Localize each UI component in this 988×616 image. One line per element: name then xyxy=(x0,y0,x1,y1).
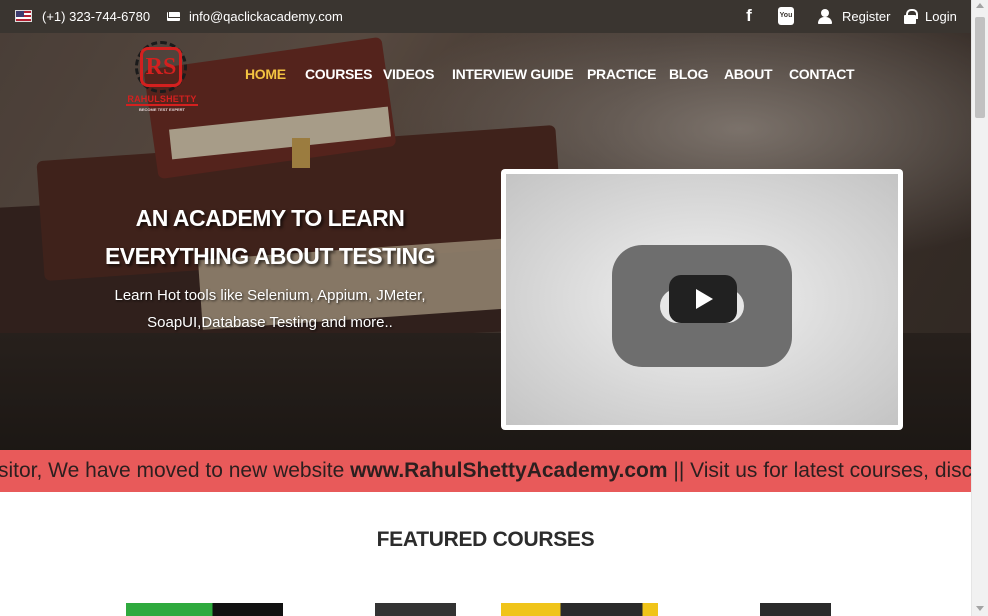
play-icon[interactable] xyxy=(669,275,737,323)
mail-icon xyxy=(167,12,180,21)
login-link[interactable]: Login xyxy=(925,0,957,33)
hero-title: AN ACADEMY TO LEARN EVERYTHING ABOUT TES… xyxy=(95,199,445,275)
hero-subtitle-line1: Learn Hot tools like Selenium, Appium, J… xyxy=(114,287,426,304)
us-flag-icon xyxy=(15,10,32,22)
user-icon xyxy=(818,9,832,24)
youtube-icon[interactable]: You Tube xyxy=(778,7,794,37)
nav-about[interactable]: ABOUT xyxy=(724,66,773,82)
nav-blog[interactable]: BLOG xyxy=(669,66,709,82)
logo-tagline: BECOME TEST EXPERT xyxy=(126,104,198,112)
scroll-down-arrow-icon[interactable] xyxy=(976,606,984,611)
hero-subtitle-line2: SoapUI,Database Testing and more.. xyxy=(147,314,393,331)
lock-icon xyxy=(904,9,918,24)
nav-courses[interactable]: COURSES xyxy=(305,66,372,82)
email-link[interactable]: info@qaclickacademy.com xyxy=(189,0,343,33)
site-logo[interactable]: RS RAHULSHETTY BECOME TEST EXPERT xyxy=(126,41,198,113)
hero-subtitle: Learn Hot tools like Selenium, Appium, J… xyxy=(95,282,445,336)
nav-interview-guide[interactable]: INTERVIEW GUIDE xyxy=(452,66,574,82)
course-thumbnail-4[interactable] xyxy=(713,603,831,616)
course-thumbnail-3[interactable] xyxy=(501,603,658,616)
page: (+1) 323-744-6780 info@qaclickacademy.co… xyxy=(0,0,971,616)
featured-courses-title: FEATURED COURSES xyxy=(376,528,595,551)
register-link[interactable]: Register xyxy=(842,0,890,33)
scroll-thumb[interactable] xyxy=(975,17,985,118)
logo-monogram: RS xyxy=(140,47,182,87)
nav-videos[interactable]: VIDEOS xyxy=(383,66,434,82)
marquee-text: sitor, We have moved to new website www.… xyxy=(0,459,971,483)
nav-contact[interactable]: CONTACT xyxy=(789,66,855,82)
nav-home[interactable]: HOME xyxy=(245,66,286,82)
marquee-text-before: sitor, We have moved to new website xyxy=(0,459,351,482)
marquee-website-link[interactable]: www.RahulShettyAcademy.com xyxy=(350,459,667,482)
hero-section: RS RAHULSHETTY BECOME TEST EXPERT HOME C… xyxy=(0,33,971,450)
phone-number[interactable]: (+1) 323-744-6780 xyxy=(42,0,150,33)
vertical-scrollbar[interactable] xyxy=(971,0,988,616)
video-player[interactable] xyxy=(501,169,903,430)
course-thumbnail-2[interactable] xyxy=(375,603,456,616)
top-bar: (+1) 323-744-6780 info@qaclickacademy.co… xyxy=(0,0,971,37)
facebook-icon[interactable]: f xyxy=(743,7,755,25)
logo-name: RAHULSHETTY xyxy=(127,94,197,104)
announcement-marquee: sitor, We have moved to new website www.… xyxy=(0,450,971,492)
marquee-text-after: || Visit us for latest courses, discount… xyxy=(673,459,971,482)
course-thumbnail-1[interactable] xyxy=(126,603,283,616)
video-thumbnail[interactable] xyxy=(506,174,898,425)
hero-title-line1: AN ACADEMY TO LEARN xyxy=(135,205,405,231)
scroll-up-arrow-icon[interactable] xyxy=(976,3,984,8)
hero-title-line2: EVERYTHING ABOUT TESTING xyxy=(104,243,436,269)
nav-practice[interactable]: PRACTICE xyxy=(587,66,656,82)
